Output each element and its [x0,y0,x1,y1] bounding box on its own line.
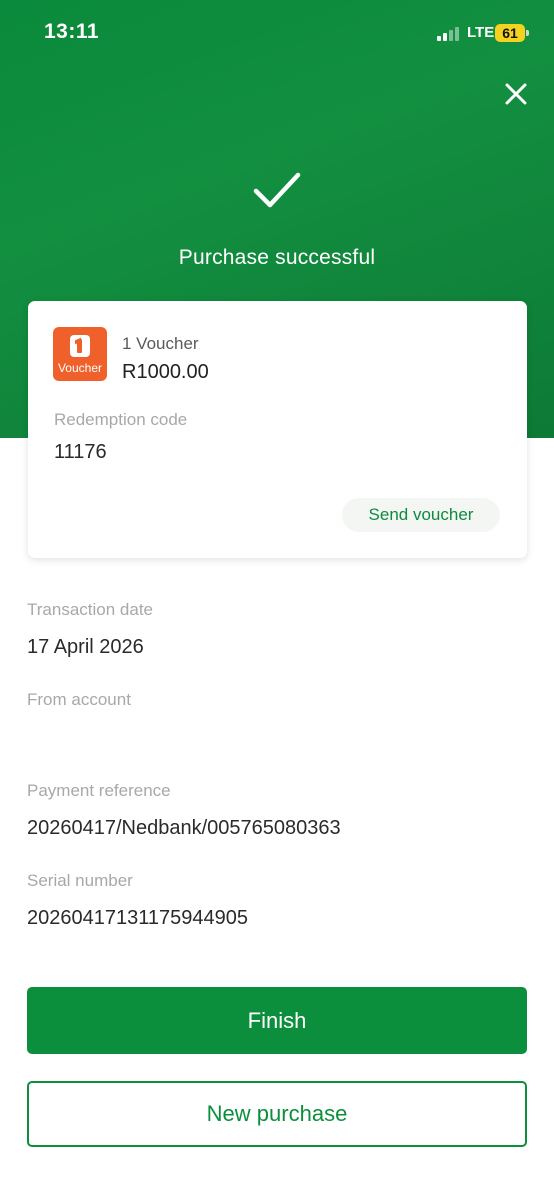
send-voucher-button[interactable]: Send voucher [342,498,500,532]
redemption-code-label: Redemption code [54,410,188,429]
voucher-one-icon [70,335,90,357]
serial-number-value: 20260417131175944905 [27,907,248,929]
battery-icon: 61 [495,24,529,42]
redemption-code-value: 11176 [54,441,107,463]
signal-strength-icon [437,25,463,41]
payment-reference-label: Payment reference [27,781,171,800]
voucher-logo: Voucher [53,327,107,381]
voucher-name: 1 Voucher [122,334,199,353]
page-title: Purchase successful [178,246,376,269]
transaction-date-label: Transaction date [27,600,153,619]
close-button[interactable] [500,78,532,110]
status-bar: 13:11 LTE 61 [0,0,554,66]
voucher-card: Voucher 1 Voucher R1000.00 Redemption co… [28,301,527,558]
serial-number-label: Serial number [27,871,133,890]
voucher-amount: R1000.00 [122,361,209,383]
redacted-code-mask [144,437,224,461]
transaction-date-value: 17 April 2026 [27,636,144,658]
payment-reference-value: 20260417/Nedbank/005765080363 [27,817,341,839]
finish-button[interactable]: Finish [27,987,527,1054]
close-icon [505,83,527,105]
new-purchase-button[interactable]: New purchase [27,1081,527,1147]
voucher-logo-text: Voucher [57,361,103,375]
status-time: 13:11 [44,20,100,43]
from-account-label: From account [27,690,131,709]
network-type: LTE [467,24,495,41]
check-icon [253,172,301,208]
